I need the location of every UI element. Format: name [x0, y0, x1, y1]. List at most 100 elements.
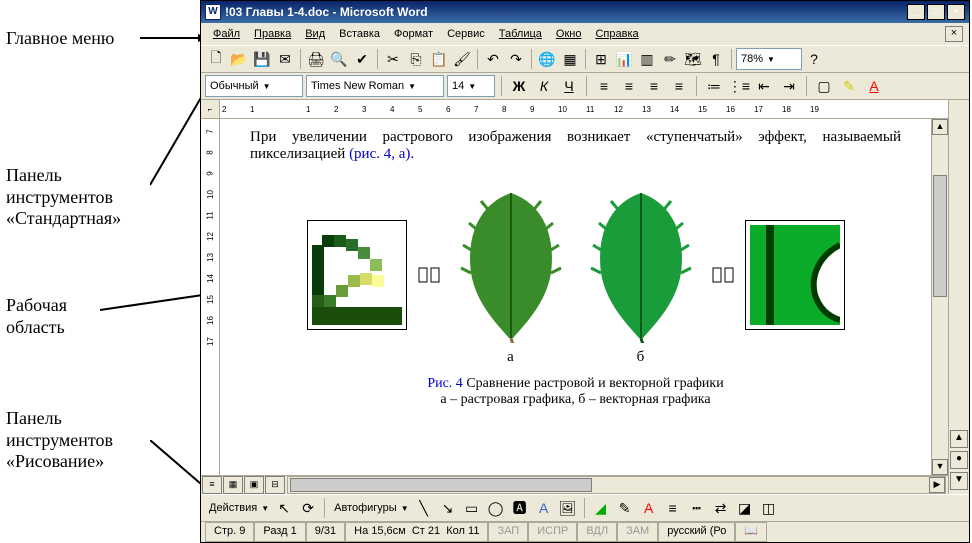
- hyperlink-icon[interactable]: 🌐: [536, 48, 558, 70]
- status-page: Стр. 9: [205, 522, 254, 542]
- borders-icon[interactable]: ▢: [813, 75, 835, 97]
- word-window: W !03 Главы 1-4.doc - Microsoft Word _ □…: [200, 0, 970, 543]
- line-style-icon[interactable]: ≡: [662, 497, 684, 519]
- menu-tools[interactable]: Сервис: [441, 26, 491, 42]
- document-page[interactable]: При увеличении растрового изображения во…: [220, 119, 931, 475]
- web-view-icon[interactable]: ▦: [223, 476, 243, 494]
- print-view-icon[interactable]: ▣: [244, 476, 264, 494]
- vertical-ruler[interactable]: 7891011121314151617: [201, 119, 220, 475]
- font-color-icon[interactable]: A: [863, 75, 885, 97]
- menu-edit[interactable]: Правка: [248, 26, 297, 42]
- figure-images: а б: [250, 183, 901, 366]
- clipart-icon[interactable]: 🖼: [557, 497, 579, 519]
- menu-table[interactable]: Таблица: [493, 26, 548, 42]
- new-icon[interactable]: 🗋: [205, 48, 227, 70]
- prev-page-icon[interactable]: ▲: [950, 430, 968, 448]
- rect-icon[interactable]: ▭: [461, 497, 483, 519]
- columns-icon[interactable]: ▥: [636, 48, 658, 70]
- undo-icon[interactable]: ↶: [482, 48, 504, 70]
- preview-icon[interactable]: 🔍: [328, 48, 350, 70]
- format-painter-icon[interactable]: 🖌: [451, 48, 473, 70]
- redo-icon[interactable]: ↷: [505, 48, 527, 70]
- wordart-icon[interactable]: A: [533, 497, 555, 519]
- shadow-icon[interactable]: ◪: [734, 497, 756, 519]
- show-marks-icon[interactable]: ¶: [705, 48, 727, 70]
- outline-view-icon[interactable]: ⊟: [265, 476, 285, 494]
- status-ovr[interactable]: ЗАМ: [617, 522, 658, 542]
- bold-icon[interactable]: Ж: [508, 75, 530, 97]
- oval-icon[interactable]: ◯: [485, 497, 507, 519]
- numbering-icon[interactable]: ≔: [703, 75, 725, 97]
- status-ext[interactable]: ВДЛ: [577, 522, 617, 542]
- indent-icon[interactable]: ⇥: [778, 75, 800, 97]
- status-book-icon[interactable]: 📖: [735, 522, 767, 542]
- scroll-down-icon[interactable]: ▼: [932, 459, 948, 475]
- size-combo[interactable]: 14▼: [447, 75, 495, 97]
- rotate-icon[interactable]: ⟳: [297, 497, 319, 519]
- status-lang[interactable]: русский (Ро: [658, 522, 735, 542]
- scroll-thumb[interactable]: [933, 175, 947, 297]
- font-color-draw-icon[interactable]: A: [638, 497, 660, 519]
- 3d-icon[interactable]: ◫: [758, 497, 780, 519]
- normal-view-icon[interactable]: ≡: [202, 476, 222, 494]
- print-icon[interactable]: 🖨: [305, 48, 327, 70]
- paste-icon[interactable]: 📋: [428, 48, 450, 70]
- menu-view[interactable]: Вид: [299, 26, 331, 42]
- font-combo[interactable]: Times New Roman▼: [306, 75, 444, 97]
- browse-object-icon[interactable]: ●: [950, 451, 968, 469]
- underline-icon[interactable]: Ч: [558, 75, 580, 97]
- zoom-combo[interactable]: 78%▼: [736, 48, 802, 70]
- italic-icon[interactable]: К: [533, 75, 555, 97]
- arrow-icon[interactable]: ↘: [437, 497, 459, 519]
- line-icon[interactable]: ╲: [413, 497, 435, 519]
- docmap-icon[interactable]: 🗺: [682, 48, 704, 70]
- outdent-icon[interactable]: ⇤: [753, 75, 775, 97]
- horizontal-ruler[interactable]: ⌐ 2112345678910111213141516171819: [201, 100, 948, 119]
- close-doc-button[interactable]: ×: [945, 26, 963, 42]
- align-justify-icon[interactable]: ≡: [668, 75, 690, 97]
- arrow-style-icon[interactable]: ⇄: [710, 497, 732, 519]
- spell-icon[interactable]: ✔: [351, 48, 373, 70]
- status-section: Разд 1: [254, 522, 305, 542]
- open-icon[interactable]: 📂: [228, 48, 250, 70]
- align-left-icon[interactable]: ≡: [593, 75, 615, 97]
- save-icon[interactable]: 💾: [251, 48, 273, 70]
- status-rec[interactable]: ЗАП: [488, 522, 528, 542]
- align-center-icon[interactable]: ≡: [618, 75, 640, 97]
- menu-file[interactable]: Файл: [207, 26, 246, 42]
- minimize-button[interactable]: _: [907, 4, 925, 20]
- autoshapes-menu[interactable]: Автофигуры▼: [330, 498, 411, 518]
- scroll-up-icon[interactable]: ▲: [932, 119, 948, 135]
- actions-menu[interactable]: Действия▼: [205, 498, 271, 518]
- copy-icon[interactable]: ⎘: [405, 48, 427, 70]
- tables-borders-icon[interactable]: ▦: [559, 48, 581, 70]
- drawing-toggle-icon[interactable]: ✏: [659, 48, 681, 70]
- excel-icon[interactable]: 📊: [613, 48, 635, 70]
- close-button[interactable]: ×: [947, 4, 965, 20]
- label-workarea: Рабочая область: [6, 295, 67, 338]
- menu-format[interactable]: Формат: [388, 26, 439, 42]
- select-icon[interactable]: ↖: [273, 497, 295, 519]
- insert-table-icon[interactable]: ⊞: [590, 48, 612, 70]
- line-color-icon[interactable]: ✎: [614, 497, 636, 519]
- main-menu: Файл Правка Вид Вставка Формат Сервис Та…: [201, 23, 969, 45]
- style-combo[interactable]: Обычный▼: [205, 75, 303, 97]
- status-trk[interactable]: ИСПР: [528, 522, 577, 542]
- horizontal-scrollbar[interactable]: ▶: [287, 476, 946, 494]
- highlight-icon[interactable]: ✎: [838, 75, 860, 97]
- fill-color-icon[interactable]: ◢: [590, 497, 612, 519]
- cut-icon[interactable]: ✂: [382, 48, 404, 70]
- vertical-scrollbar[interactable]: ▲ ▼: [931, 119, 948, 475]
- standard-toolbar: 🗋 📂 💾 ✉ 🖨 🔍 ✔ ✂ ⎘ 📋 🖌 ↶ ↷ 🌐 ▦ ⊞ 📊 ▥ ✏ 🗺 …: [201, 45, 969, 73]
- mail-icon[interactable]: ✉: [274, 48, 296, 70]
- align-right-icon[interactable]: ≡: [643, 75, 665, 97]
- next-page-icon[interactable]: ▼: [950, 472, 968, 490]
- textbox-icon[interactable]: 🅰: [509, 497, 531, 519]
- menu-insert[interactable]: Вставка: [333, 26, 386, 42]
- menu-window[interactable]: Окно: [550, 26, 588, 42]
- maximize-button[interactable]: □: [927, 4, 945, 20]
- menu-help[interactable]: Справка: [589, 26, 644, 42]
- help-icon[interactable]: ?: [803, 48, 825, 70]
- dash-style-icon[interactable]: ┅: [686, 497, 708, 519]
- bullets-icon[interactable]: ⋮≡: [728, 75, 750, 97]
